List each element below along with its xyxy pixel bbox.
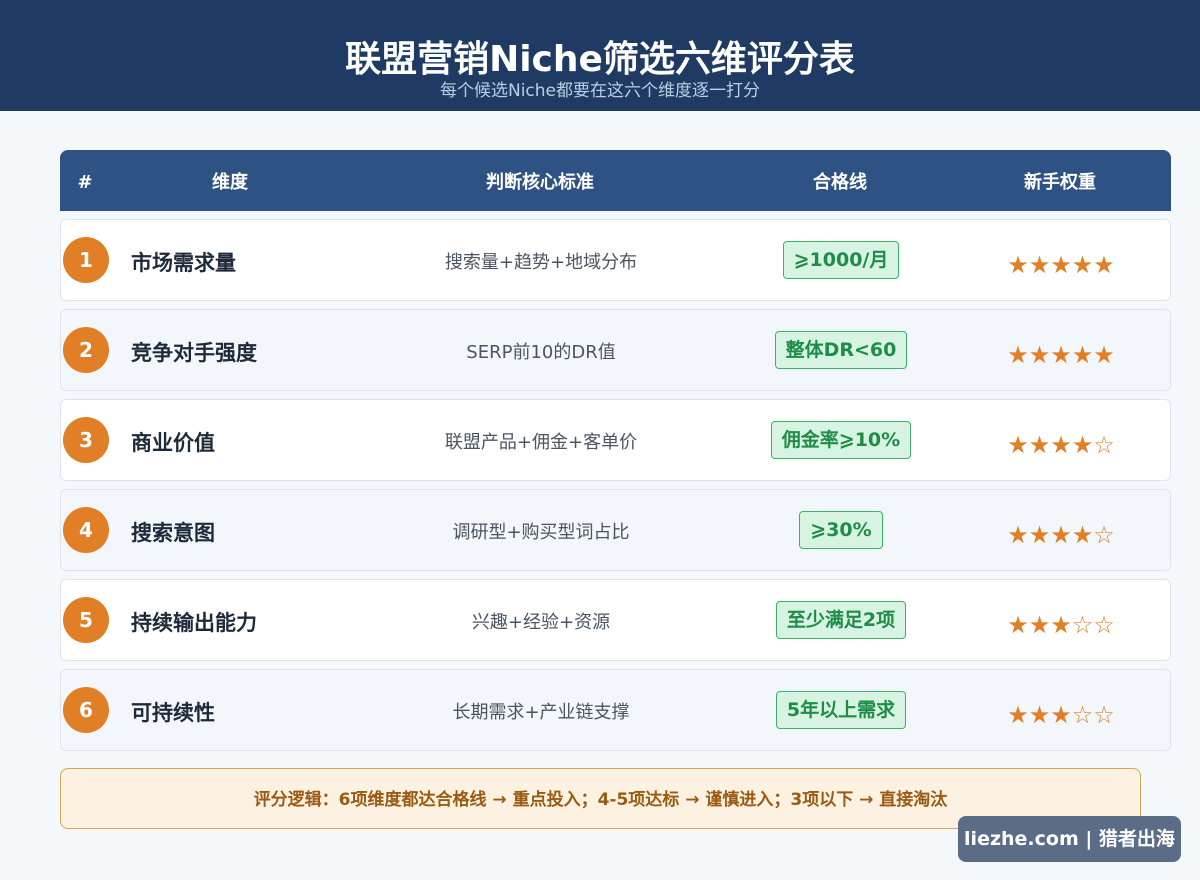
column-header-dimension: 维度 — [212, 172, 248, 193]
row-pass-line-cell: 至少满足2项 — [741, 601, 941, 639]
row-dimension: 商业价值 — [131, 431, 215, 455]
row-number-badge: 1 — [63, 237, 109, 283]
pass-line-badge: 整体DR<60 — [774, 331, 908, 369]
row-dimension: 持续输出能力 — [131, 611, 257, 635]
table-row: 6 可持续性 长期需求+产业链支撑 5年以上需求 ★★★☆☆ — [60, 669, 1171, 751]
page-title: 联盟营销Niche筛选六维评分表 — [345, 39, 855, 80]
row-pass-line-cell: 佣金率⩾10% — [741, 421, 941, 459]
row-number-badge: 3 — [63, 417, 109, 463]
page-subtitle: 每个候选Niche都要在这六个维度逐一打分 — [439, 81, 761, 101]
pass-line-badge: 5年以上需求 — [775, 691, 907, 729]
pass-line-badge: 至少满足2项 — [775, 601, 907, 639]
pass-line-badge: ⩾1000/月 — [782, 241, 900, 279]
row-criteria: 搜索量+趋势+地域分布 — [444, 252, 638, 273]
row-criteria: 调研型+购买型词占比 — [452, 522, 630, 543]
row-pass-line-cell: ⩾1000/月 — [741, 241, 941, 279]
row-number-badge: 4 — [63, 507, 109, 553]
star-rating: ★★★★☆ — [1007, 431, 1115, 459]
row-dimension: 可持续性 — [131, 701, 215, 725]
row-dimension: 搜索意图 — [131, 521, 215, 545]
table-row: 1 市场需求量 搜索量+趋势+地域分布 ⩾1000/月 ★★★★★ — [60, 219, 1171, 301]
row-dimension: 竞争对手强度 — [131, 341, 257, 365]
row-number-badge: 2 — [63, 327, 109, 373]
row-number-badge: 5 — [63, 597, 109, 643]
row-criteria: 兴趣+经验+资源 — [471, 612, 611, 633]
row-pass-line-cell: ⩾30% — [741, 511, 941, 549]
column-header-criteria: 判断核心标准 — [486, 172, 594, 193]
column-header-number: # — [77, 172, 93, 193]
row-criteria: SERP前10的DR值 — [466, 342, 616, 363]
star-rating: ★★★☆☆ — [1007, 701, 1115, 729]
page-header: 联盟营销Niche筛选六维评分表 每个候选Niche都要在这六个维度逐一打分 — [0, 0, 1200, 111]
site-watermark: liezhe.com | 猎者出海 — [958, 816, 1181, 862]
row-criteria: 长期需求+产业链支撑 — [452, 702, 630, 723]
pass-line-badge: 佣金率⩾10% — [770, 421, 912, 459]
table-header: # 维度 判断核心标准 合格线 新手权重 — [60, 150, 1171, 211]
column-header-pass-line: 合格线 — [813, 172, 867, 193]
star-rating: ★★★★☆ — [1007, 521, 1115, 549]
column-header-weight: 新手权重 — [1024, 172, 1096, 193]
table-row: 2 竞争对手强度 SERP前10的DR值 整体DR<60 ★★★★★ — [60, 309, 1171, 391]
row-number-badge: 6 — [63, 687, 109, 733]
pass-line-badge: ⩾30% — [799, 511, 883, 549]
table-row: 4 搜索意图 调研型+购买型词占比 ⩾30% ★★★★☆ — [60, 489, 1171, 571]
row-pass-line-cell: 整体DR<60 — [741, 331, 941, 369]
row-criteria: 联盟产品+佣金+客单价 — [444, 432, 638, 453]
table-row: 3 商业价值 联盟产品+佣金+客单价 佣金率⩾10% ★★★★☆ — [60, 399, 1171, 481]
table-row: 5 持续输出能力 兴趣+经验+资源 至少满足2项 ★★★☆☆ — [60, 579, 1171, 661]
star-rating: ★★★☆☆ — [1007, 611, 1115, 639]
star-rating: ★★★★★ — [1007, 341, 1115, 369]
star-rating: ★★★★★ — [1007, 251, 1115, 279]
row-pass-line-cell: 5年以上需求 — [741, 691, 941, 729]
row-dimension: 市场需求量 — [131, 251, 236, 275]
